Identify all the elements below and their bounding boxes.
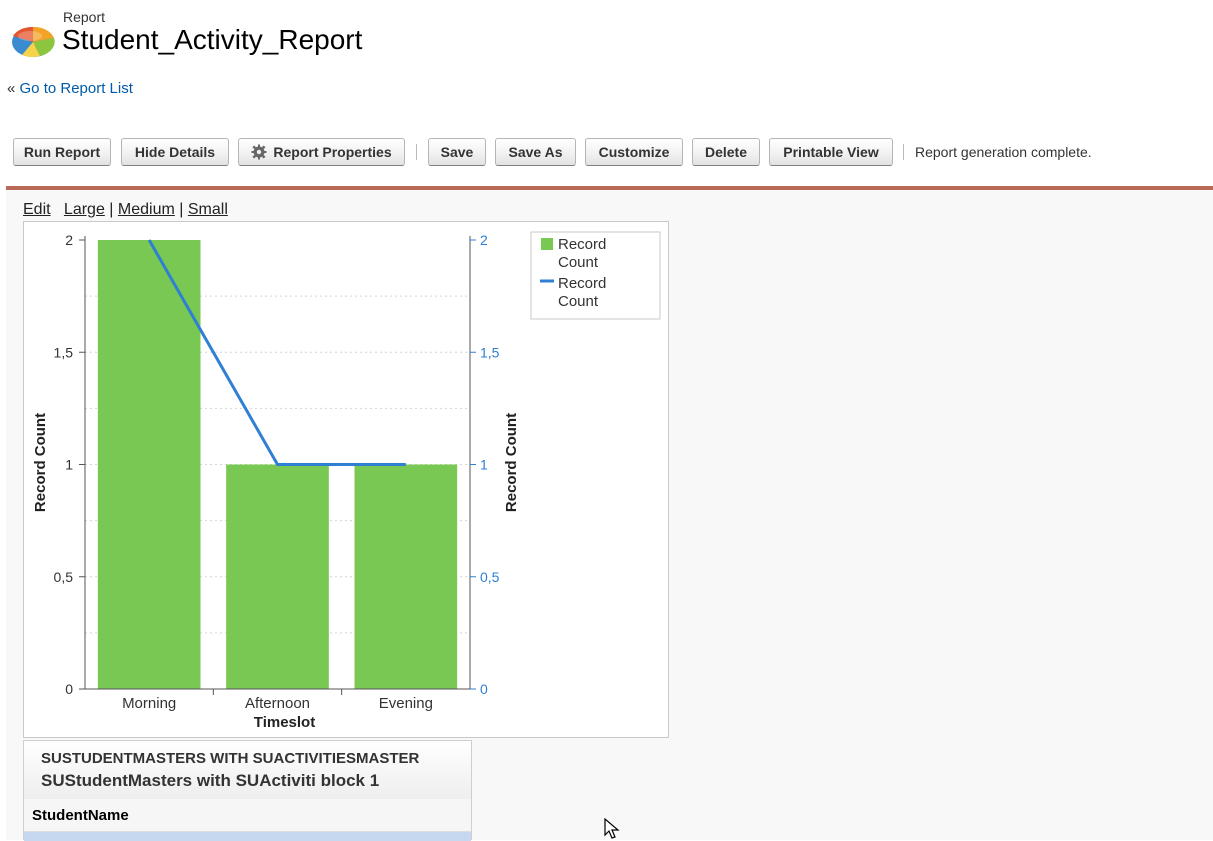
column-header-label: StudentName [32,807,129,824]
report-block: SUSTUDENTMASTERS WITH SUACTIVITIESMASTER… [23,740,472,841]
chart-size-links: Edit Large | Medium | Small [23,201,228,219]
back-chevron: « [7,80,16,97]
go-to-report-list-link[interactable]: Go to Report List [20,80,133,97]
y-tick-label-right: 1,5 [480,344,500,360]
legend-label-line: Count [558,293,599,310]
legend-swatch-bar [541,238,553,250]
y-tick-label-right: 0 [480,681,488,697]
status-message: Report generation complete. [915,144,1092,160]
legend-label-line: Record [558,275,606,292]
customize-button[interactable]: Customize [585,138,683,166]
block-title: SUStudentMasters with SUActiviti block 1 [41,771,380,790]
y-tick-label-right: 0,5 [480,569,500,585]
page-kicker: Report [63,9,106,25]
report-logo-icon [12,26,55,57]
report-properties-label: Report Properties [273,144,392,160]
x-tick-label: Evening [379,695,433,712]
x-tick-label: Morning [122,695,176,712]
report-properties-button[interactable]: Report Properties [238,138,405,166]
run-report-button[interactable]: Run Report [13,138,111,166]
chart-edit-link[interactable]: Edit [23,201,51,218]
y-axis-title-left: Record Count [32,413,49,512]
chart-size-large-link[interactable]: Large [64,201,105,218]
delete-button[interactable]: Delete [692,138,760,166]
legend-label-bar: Record [558,236,606,253]
gear-icon [251,144,267,160]
y-tick-label-left: 1 [65,457,73,473]
chart-size-medium-link[interactable]: Medium [118,201,175,218]
y-tick-label-left: 2 [65,232,73,248]
x-axis-title: Timeslot [254,714,315,731]
save-button[interactable]: Save [428,138,486,166]
toolbar-divider [416,144,417,160]
y-tick-label-left: 0,5 [54,569,74,585]
report-toolbar: Run Report Hide Details Report Propertie… [13,138,1208,168]
mouse-cursor-icon [604,818,620,839]
bar-afternoon [226,464,329,689]
column-header-studentname[interactable]: StudentName [24,799,471,832]
y-tick-label-right: 2 [480,232,488,248]
legend-label-bar: Count [558,254,599,271]
chart-frame: 0 0 0,5 0,5 1 1 1,5 1,5 2 2 Morning Afternoon Evenin… [23,221,669,738]
hide-details-button[interactable]: Hide Details [121,138,229,166]
bar-evening [354,464,458,689]
page-title: Student_Activity_Report [62,24,363,55]
size-separator: | [179,201,184,218]
block-title-upper: SUSTUDENTMASTERS WITH SUACTIVITIESMASTER [41,750,420,767]
x-tick-label: Afternoon [245,695,310,712]
back-nav: « Go to Report List [7,80,133,97]
bar-morning [97,240,201,689]
y-tick-label-left: 1,5 [54,344,74,360]
save-as-button[interactable]: Save As [495,138,576,166]
toolbar-divider [903,144,904,160]
y-axis-title-right: Record Count [503,413,520,512]
chart-size-small-link[interactable]: Small [188,201,228,218]
printable-view-button[interactable]: Printable View [769,138,893,166]
y-tick-label-right: 1 [480,457,488,473]
size-separator: | [109,201,114,218]
y-tick-label-left: 0 [65,681,73,697]
record-count-chart: 0 0 0,5 0,5 1 1 1,5 1,5 2 2 Morning Afternoon Evenin… [32,231,661,731]
